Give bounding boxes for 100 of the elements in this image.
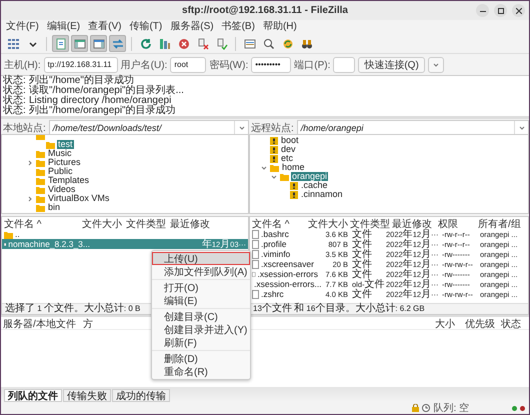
maximize-icon [498,8,504,14]
menu-item[interactable]: 服务器(S) [170,21,214,33]
maximize-button[interactable] [494,4,507,17]
context-menu-item[interactable]: 刷新(F) [152,336,250,349]
queue-status: 队列: 空 [433,402,469,414]
log-message: 列出"/home/orangepi"的目录成功 [29,106,176,116]
context-menu-item[interactable]: 打开(O) [152,281,250,294]
transfer-arrows-icon [112,38,124,50]
document-icon [54,38,66,50]
file-icon [4,240,6,249]
dropdown-button[interactable] [428,56,444,72]
column-header[interactable]: 所有者/组 [476,217,528,231]
menu-item[interactable]: 文件(F) [6,21,39,33]
context-menu-item[interactable]: 重命名(R) [152,365,250,378]
tree-item[interactable]: boot [280,136,300,145]
search-icon [262,38,274,50]
log-label: 状态: [3,76,27,86]
column-header[interactable]: 文件名 ^ [250,217,306,231]
compare-icon [244,38,256,50]
column-header[interactable]: 最近修改 [168,217,248,231]
host-field[interactable]: tp://192.168.31.11 [44,56,118,72]
log-message: Listing directory /home/orangepi [29,96,172,106]
reconnect-icon [216,38,228,50]
file-cell: .bashrc [261,229,289,240]
column-header[interactable]: 方 [81,317,101,331]
menu-item[interactable]: 编辑(E) [46,21,80,33]
tree-item[interactable]: bin [47,203,62,212]
chevron-right-icon[interactable] [27,196,33,202]
log-message: 读取"/home/orangepi"的目录列表... [29,86,184,96]
bars-icon [158,38,170,50]
column-header[interactable]: 状态 [499,317,529,331]
path-field[interactable]: /home/test/Downloads/test/ [48,120,249,135]
file-cell: 文件 [352,270,372,280]
column-header[interactable]: 大小 [433,317,463,331]
grid-icon [8,38,20,50]
password-field[interactable]: ••••••••• [251,56,292,72]
tree-item[interactable]: .cache [300,181,329,190]
context-menu-item[interactable]: 删除(D) [152,352,250,365]
username-field[interactable]: root [170,56,206,72]
column-header[interactable]: 文件类型 [124,217,168,231]
tree-item[interactable]: home [281,163,306,172]
chevron-down-icon [432,62,439,68]
site-label: 本地站点: [3,122,46,134]
tree-item[interactable]: .cinnamon [300,190,344,199]
quickconnect-button[interactable]: 快速连接(Q) [358,56,425,72]
menu-item[interactable]: 查看(V) [88,21,122,33]
tree-item[interactable]: orangepi [291,172,328,181]
context-menu-item[interactable]: 上传(U) [152,252,250,265]
list-status: 13个文件 和 16个目录。大小总计: 6.2 GB [253,304,425,314]
tree-item[interactable]: Public [47,167,74,176]
tree-item[interactable]: Pictures [47,158,82,167]
context-menu-item[interactable]: 添加文件到队列(A) [152,265,250,278]
file-cell: .xscreensaver [261,259,314,270]
minimize-button[interactable] [476,4,489,17]
path-field[interactable]: /home/orangepi [296,120,529,135]
file-cell: 文件 [352,250,372,260]
binoculars-icon [300,38,312,50]
column-header[interactable]: 文件大小 [306,217,348,231]
window-right-pane-icon [92,38,104,50]
chevron-down-icon [518,124,524,130]
lock-icon [412,404,420,412]
username-label: 用户名(U): [120,58,168,72]
context-menu-item[interactable]: 创建目录(C) [152,310,250,323]
disconnect-icon [196,38,208,50]
refresh-icon [140,38,152,50]
column-header[interactable]: 文件名 ^ [2,217,80,231]
menu-item[interactable]: 书签(B) [222,21,255,33]
tree-item[interactable]: Music [47,149,73,158]
close-button[interactable] [512,4,525,17]
file-cell: 文件 [352,260,372,270]
column-header[interactable]: 文件大小 [80,217,124,231]
host-label: 主机(H): [4,58,41,72]
close-icon [516,8,522,14]
file-row[interactable]: .. [2,229,248,239]
tree-item[interactable]: Videos [47,185,76,194]
password-label: 密码(W): [209,58,248,72]
context-menu-item[interactable]: 编辑(E) [152,294,250,307]
tree-item[interactable]: etc [280,154,294,163]
column-header[interactable]: 优先级 [463,317,499,331]
log-label: 状态: [3,106,27,116]
chevron-right-icon[interactable] [27,160,33,166]
tab[interactable]: 传输失败 [63,389,111,402]
menu-item[interactable]: 传输(T) [129,21,162,33]
log-label: 状态: [3,96,27,106]
chevron-down-icon [238,124,244,130]
column-header[interactable]: 权限 [436,217,476,231]
column-header[interactable]: 服务器/本地文件 [1,317,81,331]
tree-item[interactable]: VirtualBox VMs [47,194,110,203]
tree-item[interactable]: dev [280,145,297,154]
port-label: 端口(P): [294,58,330,72]
menu-item[interactable]: 帮助(H) [262,21,297,33]
context-menu-item[interactable]: 创建目录并进入(Y) [152,323,250,336]
tree-item[interactable]: test [57,140,74,149]
tab[interactable]: 成功的传输 [112,389,170,402]
log-label: 状态: [3,86,27,96]
window-title: sftp://root@192.168.31.11 - FileZilla [182,5,348,16]
tree-item[interactable]: Templates [47,176,90,185]
port-field[interactable] [333,56,356,72]
tab[interactable]: 列队的文件 [4,389,62,402]
file-cell: .viminfo [261,249,290,260]
